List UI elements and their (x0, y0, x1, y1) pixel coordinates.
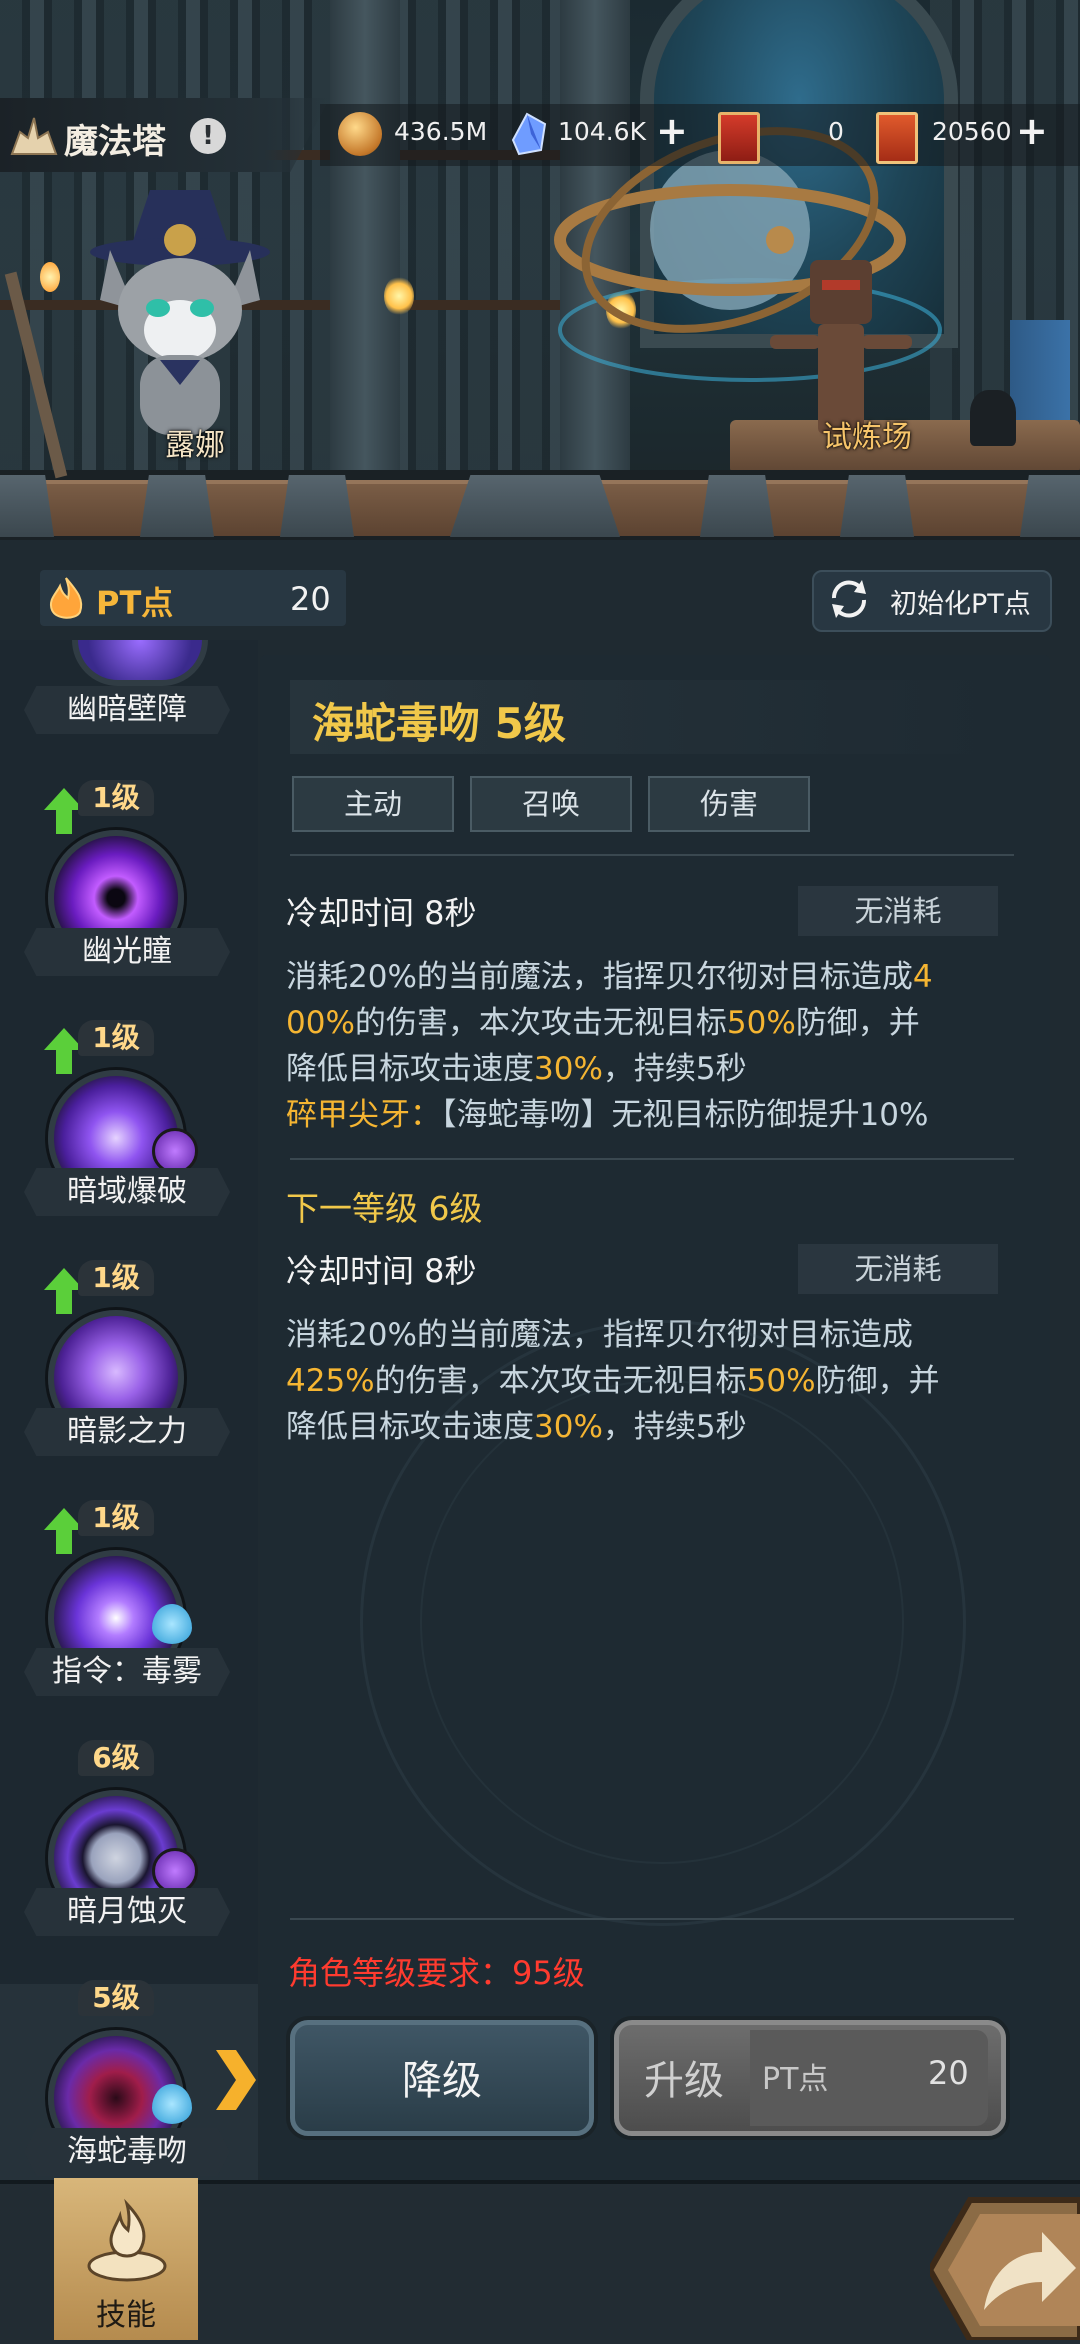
share-arrow-button[interactable] (930, 2190, 1080, 2340)
reset-pt-label: 初始化PT点 (890, 589, 1031, 620)
tab-skills-label: 技能 (96, 2298, 156, 2333)
books (1010, 320, 1070, 420)
npc-name-trial-ground[interactable]: 试炼场 (822, 412, 912, 456)
skill-name-dark-barrier[interactable]: 幽暗壁障 (24, 686, 230, 734)
current-cooldown: 冷却时间 8秒 (286, 894, 477, 932)
current-description: 消耗20%的当前魔法，指挥贝尔彻对目标造成4 00%的伤害，本次攻击无视目标50%… (286, 954, 1026, 1138)
skill-name: 暗域爆破 (24, 1168, 230, 1216)
red-ticket-icon (718, 112, 760, 164)
upgrade-cost-value: 20 (928, 2054, 969, 2092)
orange-ticket-icon (876, 112, 918, 164)
description-text: 消耗20%的当前魔法，指挥贝尔彻对目标造成 (286, 959, 913, 995)
magic-tower-icon (10, 117, 58, 155)
dark-element-icon (152, 1128, 198, 1174)
next-cost: 无消耗 (798, 1244, 998, 1294)
skill-level: 1级 (78, 1020, 154, 1056)
current-description-line: 降低目标攻击速度30%，持续5秒 (286, 1046, 1026, 1092)
skill-book-flame-icon (87, 2198, 167, 2282)
description-text: 降低目标攻击速度 (286, 1051, 534, 1087)
skill-name: 指令：毒雾 (24, 1648, 230, 1696)
gold-amount: 436.5M (394, 117, 488, 146)
info-exclamation-icon[interactable]: ! (190, 118, 226, 154)
skill-level: 1级 (78, 780, 154, 816)
current-description-line: 00%的伤害，本次攻击无视目标50%防御，并 (286, 1000, 1026, 1046)
refresh-icon (831, 580, 867, 618)
flame-icon (50, 577, 83, 619)
description-text: 的伤害，本次攻击无视目标 (354, 1005, 727, 1041)
lamp-icon (384, 276, 414, 316)
inkwell-icon (970, 390, 1016, 446)
highlight-text: 30% (534, 1051, 603, 1087)
current-description-line: 碎甲尖牙：【海蛇毒吻】无视目标防御提升10% (286, 1092, 1026, 1138)
tag-summon: 召唤 (470, 776, 632, 832)
skill-name: 暗月蚀灭 (24, 1888, 230, 1936)
skill-level: 1级 (78, 1260, 154, 1296)
current-description-line: 消耗20%的当前魔法，指挥贝尔彻对目标造成4 (286, 954, 1026, 1000)
skill-title: 海蛇毒吻 5级 (312, 699, 566, 748)
next-cooldown: 冷却时间 8秒 (286, 1252, 477, 1290)
level-requirement: 角色等级要求：95级 (288, 1954, 585, 1992)
next-level-heading: 下一等级 6级 (286, 1189, 483, 1228)
highlight-text: 00% (286, 1005, 355, 1041)
crystal-icon (511, 112, 547, 156)
highlight-text: 50% (726, 1005, 796, 1041)
page-title: 魔法塔 (64, 122, 166, 162)
highlight-text: 425% (286, 1363, 375, 1399)
gold-coin-icon (338, 112, 382, 156)
candle-icon (40, 262, 60, 292)
skill-level: 5级 (78, 1980, 154, 2016)
upgrade-label: 升级 (644, 2058, 724, 2104)
luna-cat-npc[interactable] (80, 180, 280, 450)
skill-level: 1级 (78, 1500, 154, 1536)
tag-damage: 伤害 (648, 776, 810, 832)
armillary-globe-icon (554, 127, 942, 382)
orange-ticket-amount: 20560 (932, 117, 1012, 146)
dark-element-icon (152, 1848, 198, 1894)
description-text: 【海蛇毒吻】无视目标防御提升10% (441, 1097, 929, 1133)
pillar (330, 0, 400, 470)
npc-name-luna: 露娜 (165, 428, 225, 463)
crystal-amount: 104.6K (558, 117, 646, 146)
skill-level: 6级 (78, 1740, 154, 1776)
tower-scene: 露娜 试炼场 (0, 0, 1080, 540)
highlight-text: 碎甲尖牙： (286, 1097, 441, 1133)
water-drop-icon (152, 2084, 192, 2124)
skill-name: 暗影之力 (24, 1408, 230, 1456)
downgrade-label: 降级 (402, 2058, 482, 2104)
add-ticket-button[interactable]: + (1016, 112, 1048, 150)
selected-chevron-icon (216, 2050, 256, 2110)
description-text: 防御，并 (795, 1005, 920, 1041)
current-cost: 无消耗 (798, 886, 998, 936)
pt-value: 20 (290, 580, 331, 618)
red-ticket-amount: 0 (828, 117, 844, 146)
pt-label: PT点 (96, 584, 174, 622)
skill-name: 海蛇毒吻 (24, 2128, 230, 2176)
water-drop-icon (152, 1604, 192, 1644)
add-crystal-button[interactable]: + (656, 112, 688, 150)
tag-active: 主动 (292, 776, 454, 832)
highlight-text: 4 (912, 959, 933, 995)
upgrade-cost-label: PT点 (762, 2062, 829, 2097)
skill-name: 幽光瞳 (24, 928, 230, 976)
description-text: ，持续5秒 (602, 1051, 747, 1087)
